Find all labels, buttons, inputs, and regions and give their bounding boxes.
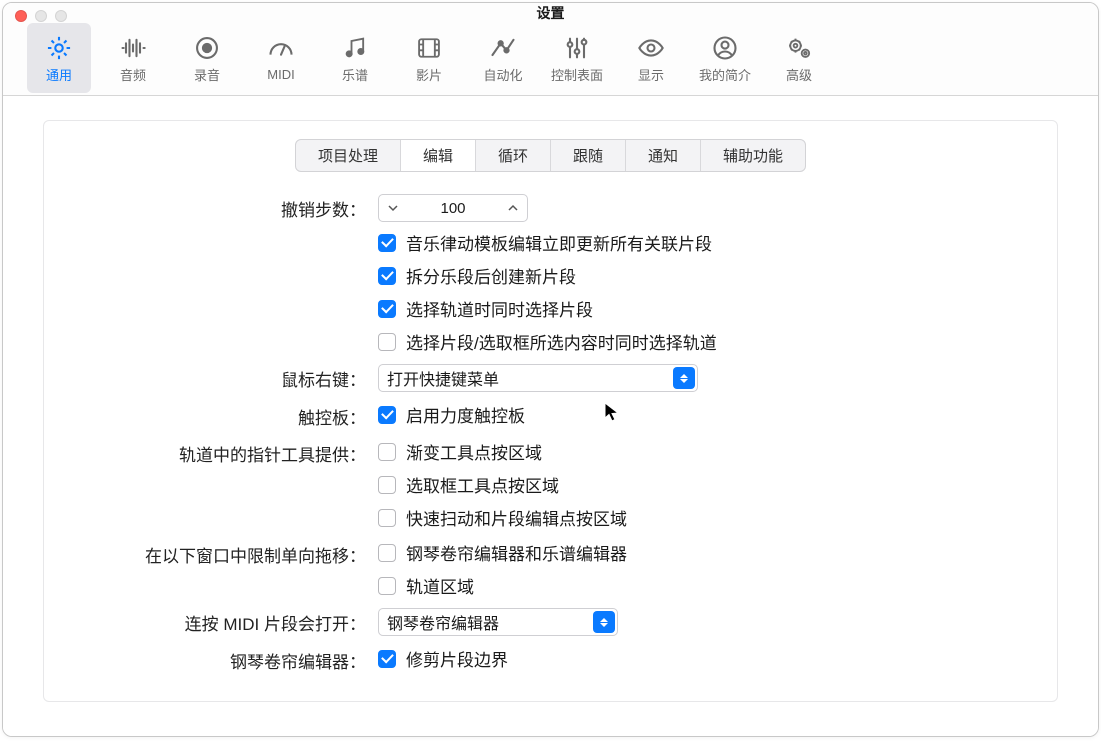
cb-marquee-tool-click-zone[interactable] — [378, 476, 396, 494]
toolbar-label: 通用 — [46, 65, 72, 84]
zoom-window-button[interactable] — [55, 10, 67, 22]
tab-accessibility[interactable]: 辅助功能 — [701, 140, 805, 171]
undo-steps-value: 100 — [407, 200, 499, 217]
segmented-tabs-wrap: 项目处理 编辑 循环 跟随 通知 辅助功能 — [66, 139, 1035, 172]
toolbar-label: 影片 — [416, 65, 442, 84]
cb-label: 拆分乐段后创建新片段 — [406, 263, 576, 288]
cb-label: 快速扫动和片段编辑点按区域 — [406, 505, 627, 530]
toolbar-item-general[interactable]: 通用 — [27, 23, 91, 93]
titlebar: 设置 — [3, 3, 1098, 23]
cb-label: 启用力度触控板 — [406, 402, 525, 427]
cb-groove-template-update[interactable] — [378, 234, 396, 252]
chevron-up-down-icon — [593, 611, 615, 633]
settings-window: 设置 通用 音频 — [2, 2, 1099, 737]
toolbar-item-score[interactable]: 乐谱 — [323, 23, 387, 93]
toolbar-label: 我的简介 — [699, 65, 751, 84]
limit-drag-label: 在以下窗口中限制单向拖移： — [66, 540, 366, 567]
cb-select-track-selects-region[interactable] — [378, 300, 396, 318]
cb-limit-drag-tracks-area[interactable] — [378, 577, 396, 595]
chevron-up-down-icon — [673, 367, 695, 389]
toolbar-item-my-info[interactable]: 我的简介 — [693, 23, 757, 93]
content-panel: 项目处理 编辑 循环 跟随 通知 辅助功能 撤销步数： 100 — [43, 120, 1058, 702]
cb-fade-tool-click-zone[interactable] — [378, 443, 396, 461]
toolbar: 通用 音频 录音 — [3, 23, 1098, 96]
undo-steps-stepper[interactable]: 100 — [378, 194, 528, 222]
double-click-midi-popup[interactable]: 钢琴卷帘编辑器 — [378, 608, 618, 636]
tab-chase[interactable]: 跟随 — [551, 140, 626, 171]
minimize-window-button[interactable] — [35, 10, 47, 22]
cb-label: 修剪片段边界 — [406, 646, 508, 671]
toolbar-item-audio[interactable]: 音频 — [101, 23, 165, 93]
undo-steps-label: 撤销步数： — [66, 194, 366, 221]
cb-label: 音乐律动模板编辑立即更新所有关联片段 — [406, 230, 712, 255]
toolbar-item-display[interactable]: 显示 — [619, 23, 683, 93]
sliders-icon — [562, 33, 592, 63]
settings-form: 撤销步数： 100 音乐律动模板编辑立即更新所有关联片段 拆分乐段后创建新片段 … — [66, 194, 1035, 673]
stepper-decrement[interactable] — [379, 195, 407, 221]
close-window-button[interactable] — [15, 10, 27, 22]
automation-icon — [488, 33, 518, 63]
midi-gauge-icon — [266, 35, 296, 65]
cb-label: 钢琴卷帘编辑器和乐谱编辑器 — [406, 540, 627, 565]
toolbar-label: MIDI — [267, 67, 294, 82]
toolbar-label: 音频 — [120, 65, 146, 84]
content-body: 项目处理 编辑 循环 跟随 通知 辅助功能 撤销步数： 100 — [3, 96, 1098, 737]
toolbar-label: 录音 — [194, 65, 220, 84]
gear-icon — [44, 33, 74, 63]
tab-project-handling[interactable]: 项目处理 — [296, 140, 401, 171]
toolbar-label: 自动化 — [483, 65, 522, 84]
toolbar-item-control-surfaces[interactable]: 控制表面 — [545, 23, 609, 93]
double-click-midi-value: 钢琴卷帘编辑器 — [379, 610, 593, 634]
right-click-value: 打开快捷键菜单 — [379, 366, 673, 390]
cb-force-touch-trackpad[interactable] — [378, 406, 396, 424]
tab-notifications[interactable]: 通知 — [626, 140, 701, 171]
cb-label: 选取框工具点按区域 — [406, 472, 559, 497]
stepper-increment[interactable] — [499, 195, 527, 221]
toolbar-label: 高级 — [786, 65, 812, 84]
toolbar-item-advanced[interactable]: 高级 — [767, 23, 831, 93]
toolbar-item-automation[interactable]: 自动化 — [471, 23, 535, 93]
double-click-midi-label: 连按 MIDI 片段会打开： — [66, 608, 366, 635]
window-title: 设置 — [537, 3, 565, 23]
cb-label: 选择片段/选取框所选内容时同时选择轨道 — [406, 329, 717, 354]
gears-icon — [784, 33, 814, 63]
trackpad-label: 触控板： — [66, 402, 366, 429]
cb-label: 选择轨道时同时选择片段 — [406, 296, 593, 321]
cb-label: 渐变工具点按区域 — [406, 439, 542, 464]
toolbar-item-movie[interactable]: 影片 — [397, 23, 461, 93]
eye-icon — [636, 33, 666, 63]
toolbar-label: 控制表面 — [551, 65, 603, 84]
film-icon — [414, 33, 444, 63]
toolbar-item-midi[interactable]: MIDI — [249, 23, 313, 93]
right-click-label: 鼠标右键： — [66, 364, 366, 391]
record-icon — [192, 33, 222, 63]
traffic-lights — [15, 10, 67, 22]
cb-select-region-selects-track[interactable] — [378, 333, 396, 351]
person-icon — [710, 33, 740, 63]
toolbar-label: 显示 — [638, 65, 664, 84]
tab-editing[interactable]: 编辑 — [401, 140, 476, 171]
segmented-tabs: 项目处理 编辑 循环 跟随 通知 辅助功能 — [295, 139, 806, 172]
tab-cycle[interactable]: 循环 — [476, 140, 551, 171]
piano-roll-label: 钢琴卷帘编辑器： — [66, 646, 366, 673]
cb-limit-drag-pianoroll-score[interactable] — [378, 544, 396, 562]
cb-quick-swipe-edit-zone[interactable] — [378, 509, 396, 527]
pointer-tool-label: 轨道中的指针工具提供： — [66, 439, 366, 466]
cb-label: 轨道区域 — [406, 573, 474, 598]
cb-trim-region-boundary[interactable] — [378, 650, 396, 668]
cb-split-create-new-region[interactable] — [378, 267, 396, 285]
toolbar-item-record[interactable]: 录音 — [175, 23, 239, 93]
right-click-popup[interactable]: 打开快捷键菜单 — [378, 364, 698, 392]
audio-wave-icon — [118, 33, 148, 63]
music-notes-icon — [340, 33, 370, 63]
toolbar-label: 乐谱 — [342, 65, 368, 84]
